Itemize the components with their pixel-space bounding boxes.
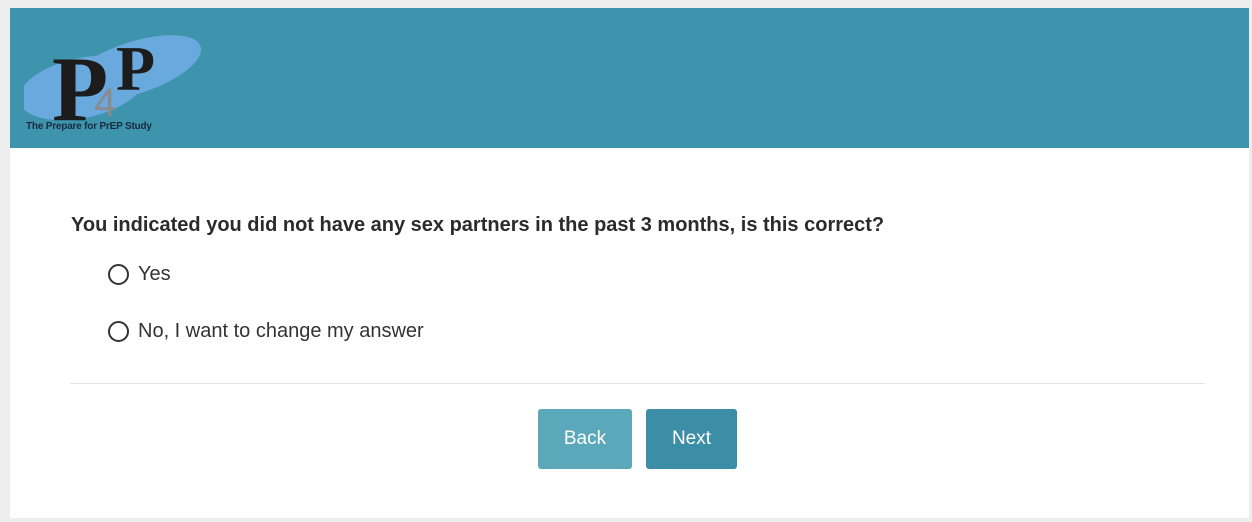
survey-page: P P 4 The Prepare for PrEP Study You ind… — [10, 8, 1249, 518]
option-no-change-answer[interactable]: No, I want to change my answer — [108, 320, 424, 343]
option-no-label: No, I want to change my answer — [138, 320, 424, 342]
option-yes-label: Yes — [138, 263, 171, 285]
study-logo: P P 4 The Prepare for PrEP Study — [24, 26, 214, 146]
question-text: You indicated you did not have any sex p… — [71, 214, 885, 236]
divider — [70, 383, 1205, 384]
back-button[interactable]: Back — [538, 409, 632, 469]
next-button[interactable]: Next — [646, 409, 737, 469]
header-banner: P P 4 The Prepare for PrEP Study — [10, 8, 1249, 148]
svg-text:4: 4 — [94, 81, 116, 125]
option-yes[interactable]: Yes — [108, 263, 171, 286]
svg-text:P: P — [116, 33, 155, 104]
radio-yes[interactable] — [108, 264, 129, 285]
radio-no[interactable] — [108, 321, 129, 342]
logo-tagline: The Prepare for PrEP Study — [26, 121, 152, 132]
